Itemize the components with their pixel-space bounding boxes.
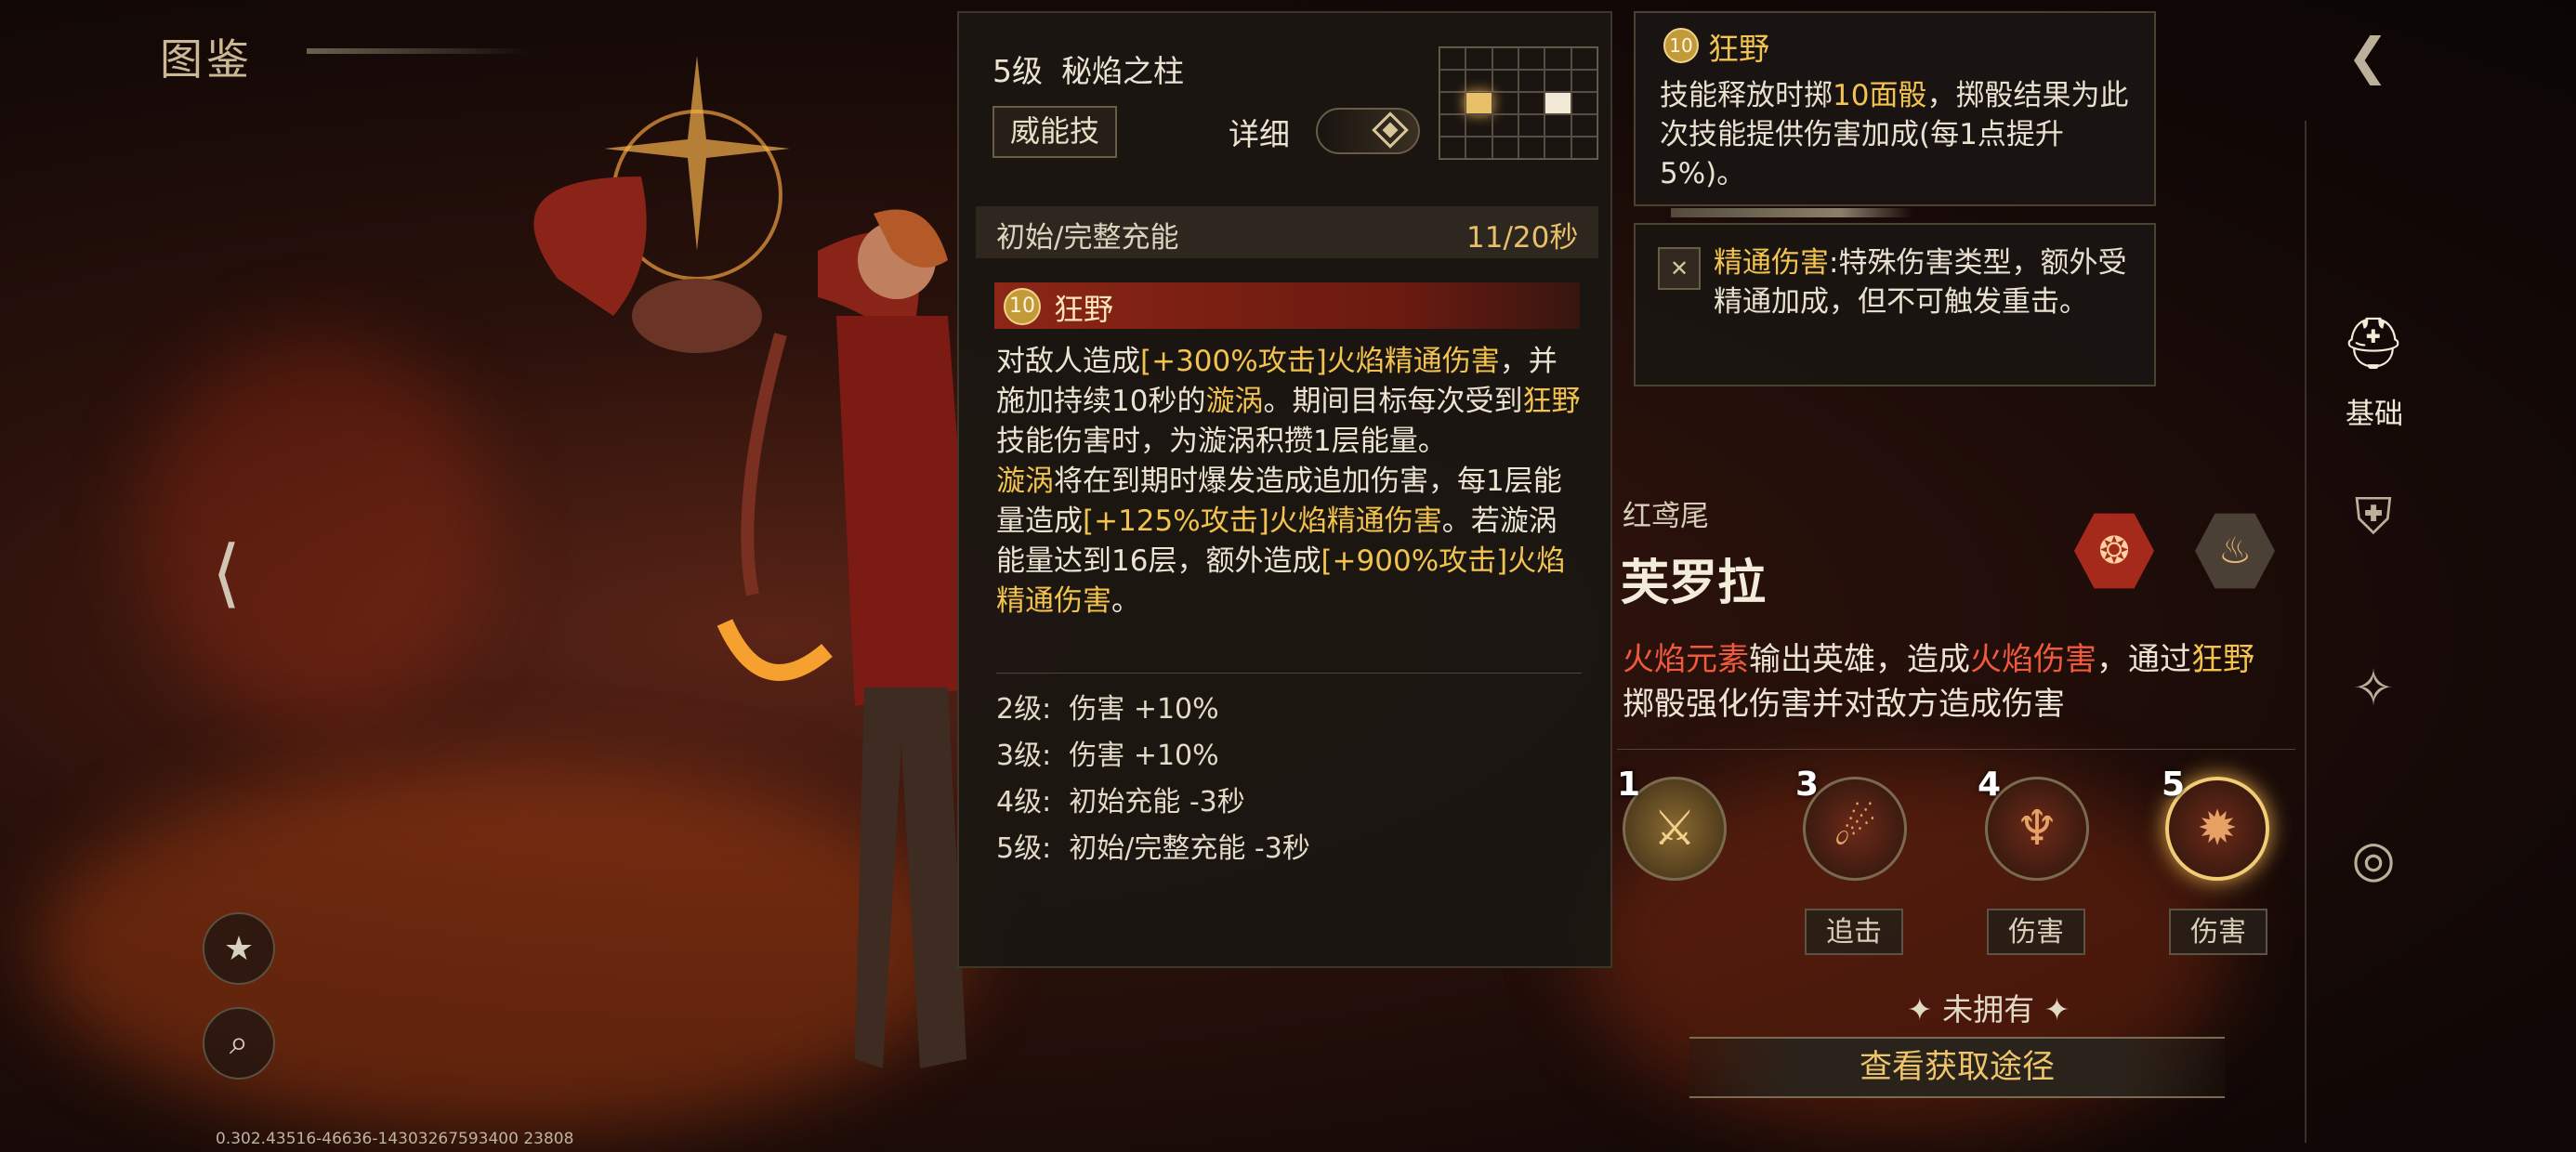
skill-effect-name: 狂野 [1054,292,1114,327]
divider [996,673,1582,674]
talent-number: 4 [1978,766,2002,804]
level-upgrade-row: 4级: 初始充能 -3秒 [996,786,1245,818]
page-title: 图鉴 [160,34,253,85]
basic-tab-label: 基础 [2346,398,2403,431]
charge-label: 初始/完整充能 [996,221,1179,255]
detail-toggle-label: 详细 [1229,116,1290,152]
view-acquire-button[interactable]: 查看获取途径 [1689,1037,2225,1098]
nav-rail [2305,121,2307,1143]
dragon-icon: ♆ [2015,801,2059,857]
detail-toggle[interactable] [1316,108,1420,154]
fire-element-icon[interactable]: ❂ [2074,513,2154,589]
tooltip-separator [1671,208,1912,217]
vortex-tab-icon[interactable]: ◎ [2336,821,2411,896]
skill-level: 5级 [992,53,1043,89]
talent-tag: 伤害 [2169,909,2267,955]
hero-figure [533,56,976,1068]
wild-badge: 10 [1663,28,1699,63]
talent-number: 1 [1617,766,1641,804]
favorite-button[interactable]: ★ [203,912,275,985]
star-bubble-icon: ★ [223,929,255,968]
hero-name: 芙罗拉 [1621,556,1767,611]
skill-description: 对敌人造成[+300%攻击]火焰精通伤害，并施加持续10秒的漩涡。期间目标每次受… [996,345,1581,618]
wild-title: 狂野 [1708,31,1769,67]
talent-tag: 伤害 [1987,909,2085,955]
divider [1617,749,2295,750]
skill-name: 秘焰之柱 [1061,53,1184,89]
title-ornament [307,48,530,54]
talent-number: 3 [1795,766,1820,804]
wild-description: 技能释放时掷10面骰，掷骰结果为此次技能提供伤害加成(每1点提升5%)。 [1660,79,2129,190]
skill-badge: 10 [1004,288,1041,325]
level-upgrade-row: 5级: 初始/完整充能 -3秒 [996,832,1310,865]
talent-number: 5 [2162,766,2186,804]
magnifier-icon: ⌕ [229,1024,249,1062]
mastery-damage-icon: ✕ [1658,247,1701,290]
hero-subtitle: 红鸢尾 [1623,500,1709,533]
back-icon[interactable]: ❮ [2331,19,2405,93]
toggle-knob-icon [1372,111,1409,149]
build-id: 0.302.43516-46636-14303267593400 23808 [216,1130,574,1148]
prev-hero-arrow-icon[interactable]: ⟨ [212,530,241,616]
zoom-button[interactable]: ⌕ [203,1007,275,1080]
crossed-swords-icon: ⚔ [1652,801,1697,857]
skill-range-grid [1439,46,1598,160]
skill-type-tag: 威能技 [992,106,1117,158]
ownership-status: ✦ 未拥有 ✦ [1907,991,2070,1028]
basic-tab-helmet-icon[interactable]: ⛑ [2336,307,2411,381]
skill-tab-star-icon[interactable]: ✧ [2336,650,2411,725]
mastery-description: 精通伤害:特殊伤害类型，额外受精通加成，但不可触发重击。 [1714,246,2127,319]
flame-class-icon[interactable]: ♨ [2195,513,2275,589]
armor-tab-icon[interactable]: ⛨ [2336,479,2411,554]
hero-description: 火焰元素输出英雄，造成火焰伤害，通过狂野掷骰强化伤害并对敌方造成伤害 [1623,641,2254,723]
level-upgrade-row: 2级: 伤害 +10% [996,693,1219,726]
skill-effect-header: 10 狂野 [994,282,1580,329]
level-upgrade-row: 3级: 伤害 +10% [996,740,1219,772]
vortex-dragon-icon: ✹ [2197,801,2238,857]
claw-icon: ☄ [1833,801,1877,857]
charge-value: 11/20秒 [1466,221,1579,255]
talent-tag: 追击 [1805,909,1903,955]
